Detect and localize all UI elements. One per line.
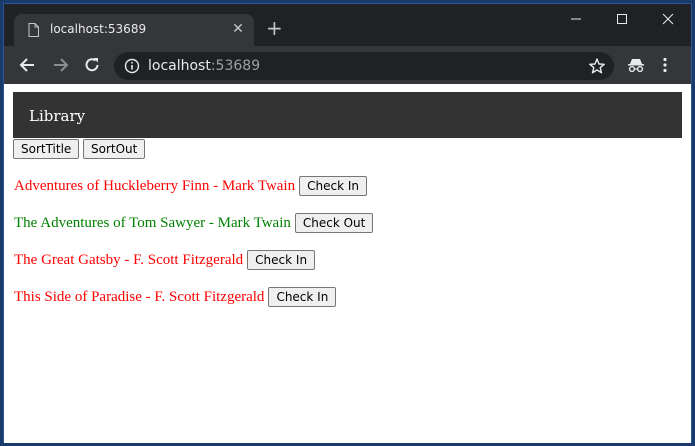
book-label: The Adventures of Tom Sawyer - Mark Twai… bbox=[14, 214, 291, 231]
browser-window: localhost:53689 ✕ + localhost:53689 Libr… bbox=[3, 3, 692, 443]
maximize-button[interactable] bbox=[599, 4, 645, 34]
book-item: This Side of Paradise - F. Scott Fitzger… bbox=[14, 286, 337, 308]
tab-title: localhost:53689 bbox=[50, 22, 147, 36]
reload-icon[interactable] bbox=[82, 55, 102, 75]
library-navbar: Library bbox=[13, 92, 682, 138]
sort-title-button[interactable]: SortTitle bbox=[13, 139, 80, 159]
sort-out-button[interactable]: SortOut bbox=[83, 139, 146, 159]
minimize-icon bbox=[571, 18, 581, 20]
check-in-button[interactable]: Check In bbox=[268, 287, 337, 307]
book-item: The Great Gatsby - F. Scott Fitzgerald C… bbox=[14, 249, 316, 271]
bookmark-star-icon[interactable] bbox=[588, 57, 606, 75]
browser-tab[interactable]: localhost:53689 ✕ bbox=[14, 14, 254, 46]
check-out-button[interactable]: Check Out bbox=[294, 213, 374, 233]
info-icon[interactable] bbox=[124, 58, 140, 74]
address-bar[interactable]: localhost:53689 bbox=[114, 52, 614, 80]
url-text: localhost:53689 bbox=[148, 58, 261, 74]
close-tab-icon[interactable]: ✕ bbox=[230, 21, 246, 37]
page-content: Library SortTitle SortOut Adventures of … bbox=[4, 84, 691, 443]
more-menu-icon[interactable] bbox=[662, 57, 668, 73]
minimize-button[interactable] bbox=[553, 4, 599, 34]
book-item: Adventures of Huckleberry Finn - Mark Tw… bbox=[14, 175, 367, 197]
browser-toolbar: localhost:53689 bbox=[4, 46, 691, 84]
check-in-button[interactable]: Check In bbox=[247, 250, 316, 270]
close-window-button[interactable] bbox=[645, 4, 691, 34]
new-tab-icon[interactable]: + bbox=[266, 18, 283, 38]
close-icon bbox=[662, 13, 674, 25]
book-label: Adventures of Huckleberry Finn - Mark Tw… bbox=[14, 177, 296, 194]
page-icon bbox=[28, 23, 39, 37]
check-in-button[interactable]: Check In bbox=[299, 176, 367, 196]
maximize-icon bbox=[617, 14, 627, 24]
navbar-brand[interactable]: Library bbox=[29, 107, 85, 125]
incognito-icon[interactable] bbox=[627, 57, 645, 73]
book-label: The Great Gatsby - F. Scott Fitzgerald bbox=[14, 251, 244, 268]
tab-strip: localhost:53689 ✕ + bbox=[4, 4, 691, 46]
book-label: This Side of Paradise - F. Scott Fitzger… bbox=[14, 288, 265, 305]
forward-icon[interactable] bbox=[50, 55, 70, 75]
back-icon[interactable] bbox=[18, 55, 38, 75]
book-item: The Adventures of Tom Sawyer - Mark Twai… bbox=[14, 212, 374, 234]
